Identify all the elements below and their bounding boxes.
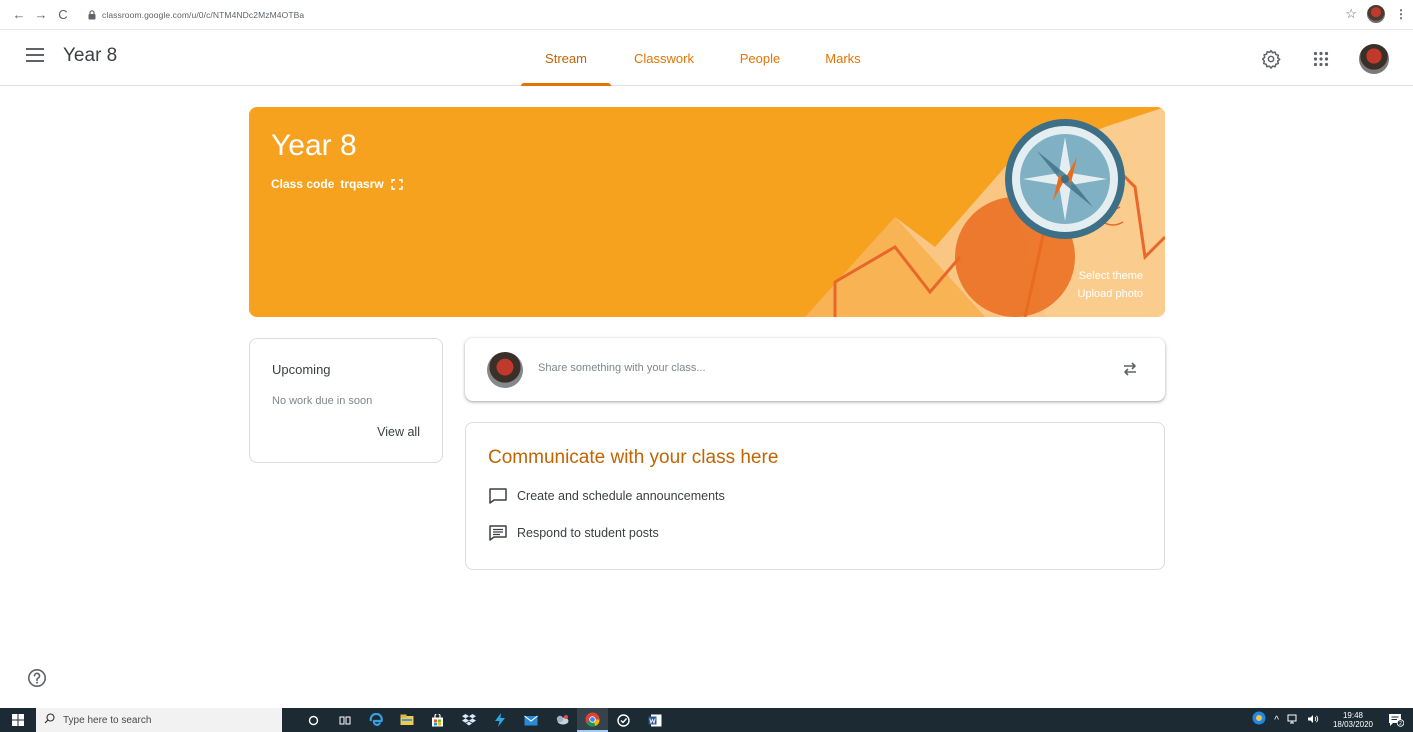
communicate-item: Create and schedule announcements — [488, 487, 725, 505]
view-all-link[interactable]: View all — [377, 425, 420, 439]
reload-button[interactable]: C — [52, 4, 74, 26]
edge-browser-icon[interactable] — [360, 708, 391, 732]
help-icon[interactable] — [26, 667, 48, 689]
lock-icon — [86, 9, 98, 21]
forward-button[interactable]: → — [30, 4, 52, 26]
communicate-item-label: Respond to student posts — [517, 526, 659, 540]
tab-marks[interactable]: Marks — [803, 30, 883, 86]
class-code: Class code trqasrw — [271, 177, 404, 191]
bookmark-star-icon[interactable]: ☆ — [1345, 6, 1357, 22]
help-support-icon[interactable] — [1252, 711, 1266, 730]
communicate-item: Respond to student posts — [488, 524, 659, 542]
class-title: Year 8 — [63, 45, 118, 66]
google-apps-grid-icon[interactable] — [1309, 47, 1333, 71]
clock-time: 19:48 — [1342, 711, 1363, 720]
reuse-post-icon[interactable] — [1119, 358, 1141, 380]
show-hidden-icons-chevron-icon[interactable]: ^ — [1274, 715, 1279, 726]
communicate-item-label: Create and schedule announcements — [517, 489, 725, 503]
upcoming-empty-text: No work due in soon — [272, 395, 373, 407]
search-placeholder: Type here to search — [63, 714, 152, 726]
class-code-label: Class code — [271, 177, 335, 191]
taskbar-clock[interactable]: 19:48 18/03/2020 — [1333, 711, 1373, 729]
action-center-notification-icon[interactable]: 2 — [1387, 712, 1405, 728]
taskbar-search-input[interactable]: Type here to search — [36, 708, 282, 732]
class-banner: Year 8 Class code trqasrw Select theme U… — [249, 107, 1165, 317]
cortana-icon[interactable] — [298, 708, 329, 732]
network-icon[interactable] — [1287, 711, 1299, 729]
account-avatar[interactable] — [1359, 44, 1389, 74]
user-avatar — [487, 352, 523, 388]
geography-theme-illustration — [805, 107, 1165, 317]
task-view-icon[interactable] — [329, 708, 360, 732]
browser-profile-avatar[interactable] — [1367, 5, 1385, 23]
browser-menu-icon[interactable]: ⋮ — [1395, 7, 1407, 21]
announcement-icon — [488, 487, 508, 505]
mail-icon[interactable] — [515, 708, 546, 732]
back-button[interactable]: ← — [8, 4, 30, 26]
windows-taskbar: Type here to search ^ 19:48 18/03/2020 2 — [0, 708, 1413, 732]
chrome-browser-icon[interactable] — [577, 708, 608, 732]
class-tabs: Stream Classwork People Marks — [521, 30, 883, 86]
upcoming-card: Upcoming No work due in soon View all — [249, 338, 443, 463]
tab-stream[interactable]: Stream — [521, 30, 611, 86]
url-text: classroom.google.com/u/0/c/NTM4NDc2MzM4O… — [102, 10, 305, 20]
search-icon — [44, 711, 55, 729]
comments-icon — [488, 524, 508, 542]
file-explorer-icon[interactable] — [391, 708, 422, 732]
weather-app-icon[interactable] — [546, 708, 577, 732]
clock-date: 18/03/2020 — [1332, 720, 1373, 729]
power-automate-icon[interactable] — [484, 708, 515, 732]
browser-toolbar: ← → C classroom.google.com/u/0/c/NTM4NDc… — [0, 0, 1413, 30]
tab-people[interactable]: People — [717, 30, 803, 86]
share-announcement-box[interactable]: Share something with your class... — [465, 338, 1165, 401]
notification-count: 2 — [1399, 721, 1402, 727]
store-icon[interactable] — [422, 708, 453, 732]
communicate-card: Communicate with your class here Create … — [465, 422, 1165, 570]
fullscreen-expand-icon[interactable] — [390, 178, 404, 190]
address-bar[interactable]: classroom.google.com/u/0/c/NTM4NDc2MzM4O… — [86, 6, 1362, 24]
select-theme-link[interactable]: Select theme — [1079, 270, 1143, 282]
class-settings-gear-icon[interactable] — [1259, 47, 1283, 71]
main-menu-icon[interactable] — [26, 48, 44, 62]
banner-class-title: Year 8 — [271, 129, 357, 162]
upcoming-title: Upcoming — [272, 362, 331, 377]
system-tray: ^ 19:48 18/03/2020 2 — [1252, 708, 1413, 732]
dropbox-icon[interactable] — [453, 708, 484, 732]
windows-start-icon[interactable] — [0, 708, 36, 732]
volume-icon[interactable] — [1307, 711, 1319, 729]
class-code-value: trqasrw — [340, 177, 384, 191]
onenote-task-icon[interactable] — [608, 708, 639, 732]
upload-photo-link[interactable]: Upload photo — [1078, 288, 1143, 300]
word-icon[interactable] — [639, 708, 670, 732]
communicate-title: Communicate with your class here — [488, 447, 779, 468]
app-header: Year 8 Stream Classwork People Marks — [0, 30, 1413, 86]
share-placeholder: Share something with your class... — [538, 362, 706, 374]
tab-classwork[interactable]: Classwork — [611, 30, 717, 86]
